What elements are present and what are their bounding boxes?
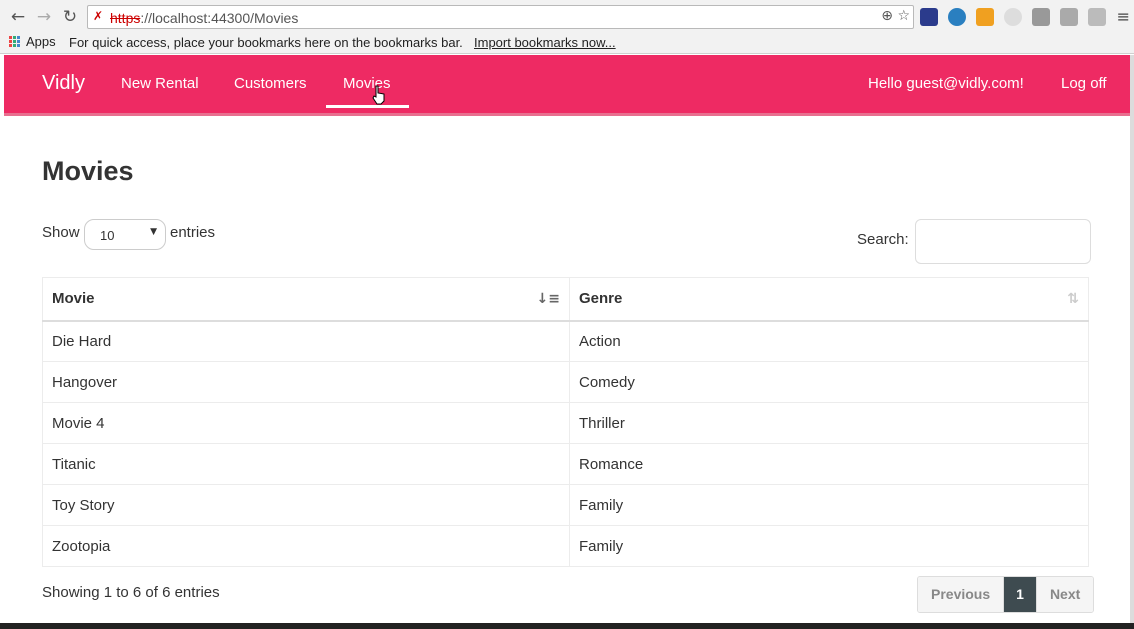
feed-icon[interactable] — [1088, 8, 1106, 26]
address-url: https://localhost:44300/Movies — [110, 10, 299, 26]
extension-icon[interactable] — [1004, 8, 1022, 26]
nav-customers[interactable]: Customers — [234, 75, 307, 92]
apps-icon — [9, 35, 21, 48]
previous-button[interactable]: Previous — [918, 577, 1005, 612]
table-row: Movie 4 Thriller — [42, 402, 1089, 444]
logoff-link[interactable]: Log off — [1061, 75, 1107, 92]
table-row: Titanic Romance — [42, 443, 1089, 485]
user-greeting[interactable]: Hello guest@vidly.com! — [868, 75, 1024, 92]
forward-icon[interactable]: → — [34, 7, 54, 27]
page-1-button[interactable]: 1 — [1004, 577, 1036, 612]
reload-icon[interactable]: ↻ — [60, 7, 80, 27]
movie-cell: Die Hard — [42, 320, 570, 362]
zoom-star-icons[interactable]: ⊕ ☆ — [881, 8, 910, 24]
app-navbar: Vidly New Rental Customers Movies Hello … — [4, 55, 1130, 114]
window-bottom-edge — [0, 623, 1134, 629]
menu-icon[interactable]: ≡ — [1117, 7, 1130, 26]
movie-cell: Titanic — [42, 443, 570, 485]
nav-new-rental[interactable]: New Rental — [121, 75, 199, 92]
sort-icon: ⇅ — [1067, 291, 1079, 307]
rss-icon[interactable] — [976, 8, 994, 26]
column-header-genre[interactable]: Genre ⇅ — [569, 277, 1089, 322]
hand-cursor-icon — [372, 85, 385, 105]
entries-label: entries — [170, 224, 216, 241]
browser-toolbar: ← → ↻ ✗ https://localhost:44300/Movies ⊕… — [0, 0, 1134, 33]
column-header-label: Movie — [52, 290, 95, 308]
chevron-down-icon: ▼ — [150, 227, 157, 237]
genre-cell: Family — [569, 525, 1089, 567]
table-info: Showing 1 to 6 of 6 entries — [42, 584, 220, 601]
page-content: Movies Show 10 ▼ entries Search: Movie ↓… — [4, 116, 1130, 623]
table-row: Zootopia Family — [42, 525, 1089, 567]
search-label: Search: — [857, 231, 909, 248]
save-icon[interactable] — [1032, 8, 1050, 26]
movies-table: Movie ↓≡ Genre ⇅ Die Hard Action Hangove… — [42, 277, 1089, 567]
show-label: Show — [42, 224, 80, 241]
extension-icons — [920, 8, 1106, 26]
brand-logo[interactable]: Vidly — [42, 72, 85, 95]
table-row: Hangover Comedy — [42, 361, 1089, 403]
column-header-label: Genre — [579, 290, 623, 308]
bookmarks-hint: For quick access, place your bookmarks h… — [69, 35, 463, 50]
extension-icon[interactable] — [920, 8, 938, 26]
genre-cell: Family — [569, 484, 1089, 526]
extension-icon[interactable] — [1060, 8, 1078, 26]
import-bookmarks-link[interactable]: Import bookmarks now... — [474, 35, 616, 50]
next-button[interactable]: Next — [1035, 577, 1094, 612]
movie-cell: Zootopia — [42, 525, 570, 567]
genre-cell: Action — [569, 320, 1089, 362]
sort-ascending-icon: ↓≡ — [536, 291, 560, 307]
search-input[interactable] — [915, 219, 1091, 264]
genre-cell: Thriller — [569, 402, 1089, 444]
page-title: Movies — [42, 156, 134, 186]
movie-cell: Toy Story — [42, 484, 570, 526]
movie-cell: Movie 4 — [42, 402, 570, 444]
active-nav-indicator — [326, 105, 409, 108]
page-size-select[interactable]: 10 ▼ — [84, 219, 166, 250]
column-header-movie[interactable]: Movie ↓≡ — [42, 277, 570, 322]
apps-shortcut[interactable]: Apps — [9, 34, 56, 49]
table-row: Die Hard Action — [42, 320, 1089, 362]
movie-cell: Hangover — [42, 361, 570, 403]
extension-icon[interactable] — [948, 8, 966, 26]
bookmarks-bar: Apps For quick access, place your bookma… — [0, 33, 1134, 54]
pagination: Previous 1 Next — [917, 576, 1095, 613]
address-bar[interactable]: ✗ https://localhost:44300/Movies ⊕ ☆ — [87, 5, 914, 29]
table-row: Toy Story Family — [42, 484, 1089, 526]
page-size-value: 10 — [100, 228, 115, 243]
scrollbar-track[interactable] — [1130, 55, 1134, 623]
apps-label: Apps — [26, 34, 56, 49]
insecure-lock-icon: ✗ — [93, 9, 104, 23]
genre-cell: Comedy — [569, 361, 1089, 403]
table-header-row: Movie ↓≡ Genre ⇅ — [42, 277, 1089, 322]
back-icon[interactable]: ← — [8, 7, 28, 27]
genre-cell: Romance — [569, 443, 1089, 485]
